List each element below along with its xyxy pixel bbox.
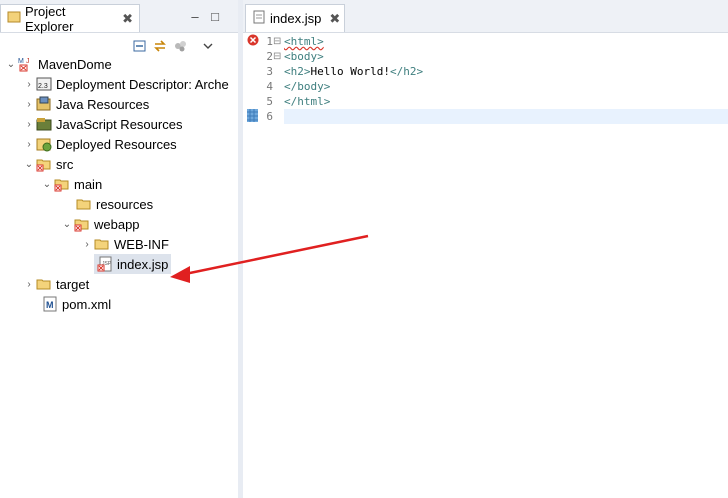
collapse-icon[interactable]: ⌄ bbox=[22, 154, 36, 174]
code-line: <body> bbox=[284, 49, 728, 64]
minimize-button[interactable]: – bbox=[185, 6, 205, 26]
folder-icon bbox=[36, 276, 52, 292]
tree-item-resources[interactable]: resources bbox=[62, 194, 153, 214]
svg-text:J: J bbox=[26, 58, 30, 65]
code-tag: <body> bbox=[284, 50, 324, 63]
line-number: 1 bbox=[266, 35, 273, 48]
expand-icon[interactable]: › bbox=[22, 94, 36, 114]
code-editor[interactable]: 1 ⊟ 2 ⊟ 3 4 5 6 <html> <body> <h2>Hello … bbox=[243, 33, 728, 498]
expand-icon[interactable]: › bbox=[80, 234, 94, 254]
expand-icon[interactable]: › bbox=[22, 114, 36, 134]
fold-icon[interactable]: ⊟ bbox=[273, 34, 281, 49]
tab-label: Project Explorer bbox=[25, 3, 74, 34]
tree-item-label: main bbox=[74, 176, 103, 192]
link-editor-icon[interactable] bbox=[150, 36, 170, 56]
line-number: 2 bbox=[266, 50, 273, 63]
jsp-file-icon bbox=[252, 10, 266, 27]
tree-item-label: Deployment Descriptor: Arche bbox=[56, 76, 229, 92]
line-number: 5 bbox=[266, 95, 273, 108]
current-line bbox=[284, 109, 728, 124]
tree-item-java-resources[interactable]: › Java Resources bbox=[22, 94, 149, 114]
folder-icon bbox=[94, 236, 110, 252]
code-tag: <html> bbox=[284, 35, 324, 48]
maven-pom-icon: M bbox=[42, 296, 58, 312]
code-tag: </body> bbox=[284, 80, 331, 93]
code-line: </html> bbox=[284, 94, 728, 109]
tree-item-label: index.jsp bbox=[117, 256, 169, 272]
collapse-all-icon[interactable] bbox=[130, 36, 150, 56]
java-resources-icon bbox=[36, 96, 52, 112]
tab-project-explorer[interactable]: Project Explorer ✖ bbox=[0, 3, 140, 34]
code-line: <h2>Hello World!</h2> bbox=[284, 64, 728, 79]
tree-item-index-jsp[interactable]: JSP index.jsp bbox=[94, 254, 172, 274]
tree-item-target[interactable]: › target bbox=[22, 274, 89, 294]
svg-text:M: M bbox=[46, 300, 54, 310]
twisty-placeholder bbox=[62, 194, 76, 214]
view-toolbar bbox=[130, 34, 218, 58]
maximize-button[interactable]: □ bbox=[205, 6, 225, 26]
folder-error-icon bbox=[36, 156, 52, 172]
tree-item-label: pom.xml bbox=[62, 296, 112, 312]
tree-item-src[interactable]: ⌄ src bbox=[22, 154, 73, 174]
editor-tabbar: index.jsp ✖ bbox=[243, 0, 728, 33]
expand-icon[interactable]: › bbox=[22, 274, 36, 294]
tree-item-label: WEB-INF bbox=[114, 236, 169, 252]
deployed-resources-icon bbox=[36, 136, 52, 152]
project-explorer-icon bbox=[7, 10, 21, 27]
code-line: </body> bbox=[284, 79, 728, 94]
project-explorer-tabbar: Project Explorer ✖ – □ bbox=[0, 0, 238, 34]
tree-item-label: resources bbox=[96, 196, 154, 212]
tree-item-web-inf[interactable]: › WEB-INF bbox=[80, 234, 169, 254]
tree-item-javascript-resources[interactable]: › JavaScript Resources bbox=[22, 114, 182, 134]
tree-item-label: Java Resources bbox=[56, 96, 150, 112]
view-menu-icon[interactable] bbox=[198, 36, 218, 56]
jsp-file-error-icon: JSP bbox=[97, 256, 113, 272]
tree-item-deployment-descriptor[interactable]: › 2.3 Deployment Descriptor: Arche bbox=[22, 74, 229, 94]
code-tag: </html> bbox=[284, 95, 331, 108]
folder-icon bbox=[76, 196, 92, 212]
tree-item-deployed-resources[interactable]: › Deployed Resources bbox=[22, 134, 177, 154]
tab-index-jsp[interactable]: index.jsp ✖ bbox=[245, 4, 345, 32]
view-toolbar-top: – □ bbox=[185, 4, 225, 28]
tree-item-mavendome[interactable]: ⌄ MJ MavenDome bbox=[4, 54, 112, 74]
collapse-icon[interactable]: ⌄ bbox=[40, 174, 54, 194]
tree-item-label: JavaScript Resources bbox=[56, 116, 183, 132]
close-icon[interactable]: ✖ bbox=[122, 11, 133, 27]
javascript-resources-icon bbox=[36, 116, 52, 132]
tree-item-pom-xml[interactable]: M pom.xml bbox=[36, 294, 111, 314]
line-number: 3 bbox=[266, 65, 273, 78]
line-number: 6 bbox=[266, 110, 273, 123]
svg-text:M: M bbox=[18, 58, 24, 65]
close-icon[interactable]: ✖ bbox=[329, 11, 340, 27]
collapse-icon[interactable]: ⌄ bbox=[60, 214, 74, 234]
tree-item-label: MavenDome bbox=[38, 56, 112, 72]
code-text: Hello World! bbox=[310, 65, 390, 78]
expand-icon[interactable]: ⌄ bbox=[4, 54, 18, 74]
tree-item-label: src bbox=[56, 156, 74, 172]
maven-project-icon: MJ bbox=[18, 56, 34, 72]
project-explorer-panel: Project Explorer ✖ – □ ⌄ MJ MavenDome › … bbox=[0, 0, 238, 498]
code-area[interactable]: <html> <body> <h2>Hello World!</h2> </bo… bbox=[284, 33, 728, 498]
tree-item-main[interactable]: ⌄ main bbox=[40, 174, 102, 194]
folder-error-icon bbox=[54, 176, 70, 192]
svg-text:2.3: 2.3 bbox=[38, 83, 48, 90]
focus-icon[interactable] bbox=[170, 36, 190, 56]
code-tag: <h2> bbox=[284, 65, 311, 78]
expand-icon[interactable]: › bbox=[22, 134, 36, 154]
line-gutter: 1 ⊟ 2 ⊟ 3 4 5 6 bbox=[243, 33, 283, 498]
fold-icon[interactable]: ⊟ bbox=[273, 49, 281, 64]
code-tag: </h2> bbox=[389, 65, 424, 78]
folder-error-icon bbox=[74, 216, 90, 232]
expand-icon[interactable]: › bbox=[22, 74, 36, 94]
tree-item-label: Deployed Resources bbox=[56, 136, 177, 152]
tree-item-webapp[interactable]: ⌄ webapp bbox=[60, 214, 140, 234]
editor-panel: index.jsp ✖ 1 ⊟ 2 ⊟ 3 4 5 6 <html> <body… bbox=[243, 0, 728, 498]
tree-item-label: target bbox=[56, 276, 90, 292]
deployment-descriptor-icon: 2.3 bbox=[36, 76, 52, 92]
tab-label: index.jsp bbox=[270, 11, 322, 26]
code-line: <html> bbox=[284, 34, 728, 49]
line-number: 4 bbox=[266, 80, 273, 93]
tree-item-label: webapp bbox=[94, 216, 140, 232]
